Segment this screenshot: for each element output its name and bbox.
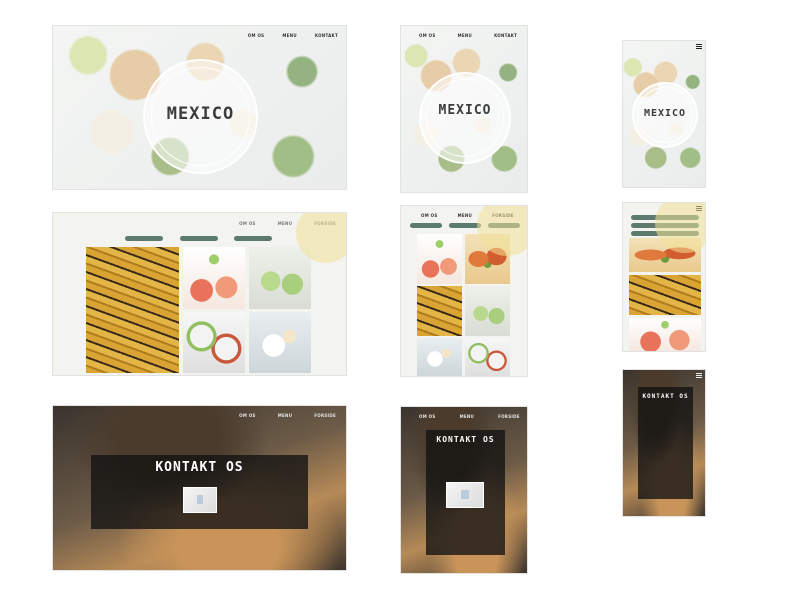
menu-filter-button-1[interactable] xyxy=(125,236,163,241)
contact-mobile: KONTAKT OS xyxy=(622,369,706,517)
photo-grilled-corn xyxy=(629,275,701,315)
nav-bar: OM OS MENU FORSIDE xyxy=(421,213,514,218)
nav-home[interactable]: FORSIDE xyxy=(314,413,336,418)
contact-panel: KONTAKT OS xyxy=(91,455,308,529)
nav-bar: OM OS MENU KONTAKT xyxy=(419,33,517,38)
photo-tacos xyxy=(465,234,510,284)
photo-glass-drinks xyxy=(249,312,311,373)
gallery-mobile xyxy=(622,202,706,352)
hero-title: MEXICO xyxy=(643,108,687,119)
gallery-tablet: OM OS MENU FORSIDE xyxy=(400,205,528,377)
nav-bar: OM OS MENU FORSIDE xyxy=(419,414,520,419)
nav-bar: OM OS MENU FORSIDE xyxy=(239,413,336,418)
nav-about[interactable]: OM OS xyxy=(248,33,265,38)
photo-drinks xyxy=(629,318,701,351)
menu-filter-button-2[interactable] xyxy=(631,223,699,228)
hamburger-icon[interactable] xyxy=(696,373,702,378)
hero-mobile: MEXICO xyxy=(622,40,706,188)
nav-home[interactable]: FORSIDE xyxy=(492,213,514,218)
photo-grilled-corn xyxy=(86,247,179,373)
hero-tablet: OM OS MENU KONTAKT MEXICO xyxy=(400,25,528,193)
menu-filter-button-3[interactable] xyxy=(234,236,272,241)
contact-title: KONTAKT OS xyxy=(642,393,689,400)
nav-menu[interactable]: MENU xyxy=(458,213,473,218)
nav-home[interactable]: FORSIDE xyxy=(314,221,336,226)
photo-plates xyxy=(465,338,510,376)
gallery-desktop: OM OS MENU FORSIDE xyxy=(52,212,347,376)
contact-tablet: OM OS MENU FORSIDE KONTAKT OS xyxy=(400,406,528,574)
hamburger-icon[interactable] xyxy=(696,206,702,211)
logo-ring xyxy=(426,79,504,157)
nav-menu[interactable]: MENU xyxy=(278,413,293,418)
nav-menu[interactable]: MENU xyxy=(282,33,297,38)
contact-panel: KONTAKT OS xyxy=(426,430,505,555)
nav-contact[interactable]: KONTAKT xyxy=(315,33,338,38)
nav-contact[interactable]: KONTAKT xyxy=(494,33,517,38)
photo-green-drinks xyxy=(465,286,510,336)
map-thumbnail[interactable] xyxy=(446,482,484,508)
contact-title: KONTAKT OS xyxy=(155,460,244,475)
menu-filter-button-2[interactable] xyxy=(180,236,218,241)
nav-bar: OM OS MENU KONTAKT xyxy=(248,33,338,38)
nav-about[interactable]: OM OS xyxy=(419,33,436,38)
nav-menu[interactable]: MENU xyxy=(278,221,293,226)
menu-filter-button-1[interactable] xyxy=(631,215,699,220)
nav-menu[interactable]: MENU xyxy=(458,33,473,38)
map-thumbnail[interactable] xyxy=(183,487,217,513)
photo-glass-drinks xyxy=(417,338,462,376)
nav-about[interactable]: OM OS xyxy=(239,413,256,418)
photo-grilled-corn xyxy=(417,286,462,336)
photo-drinks xyxy=(417,234,462,284)
photo-drinks xyxy=(183,247,245,309)
nav-about[interactable]: OM OS xyxy=(421,213,438,218)
menu-filter-button-1[interactable] xyxy=(410,223,442,228)
photo-tacos xyxy=(629,238,701,272)
nav-menu[interactable]: MENU xyxy=(460,414,475,419)
hamburger-icon[interactable] xyxy=(696,44,702,49)
photo-green-drinks xyxy=(249,247,311,309)
nav-about[interactable]: OM OS xyxy=(239,221,256,226)
nav-bar: OM OS MENU FORSIDE xyxy=(239,221,336,226)
hero-title: MEXICO xyxy=(166,104,235,124)
nav-home[interactable]: FORSIDE xyxy=(498,414,520,419)
contact-title: KONTAKT OS xyxy=(436,435,495,444)
hero-desktop: OM OS MENU KONTAKT MEXICO xyxy=(52,25,347,190)
menu-filter-button-3[interactable] xyxy=(631,231,699,236)
hero-title: MEXICO xyxy=(438,103,492,118)
menu-filter-button-2[interactable] xyxy=(449,223,481,228)
nav-about[interactable]: OM OS xyxy=(419,414,436,419)
contact-panel: KONTAKT OS xyxy=(638,387,693,499)
menu-filter-button-3[interactable] xyxy=(488,223,520,228)
contact-desktop: OM OS MENU FORSIDE KONTAKT OS xyxy=(52,405,347,571)
photo-plates xyxy=(183,312,245,373)
